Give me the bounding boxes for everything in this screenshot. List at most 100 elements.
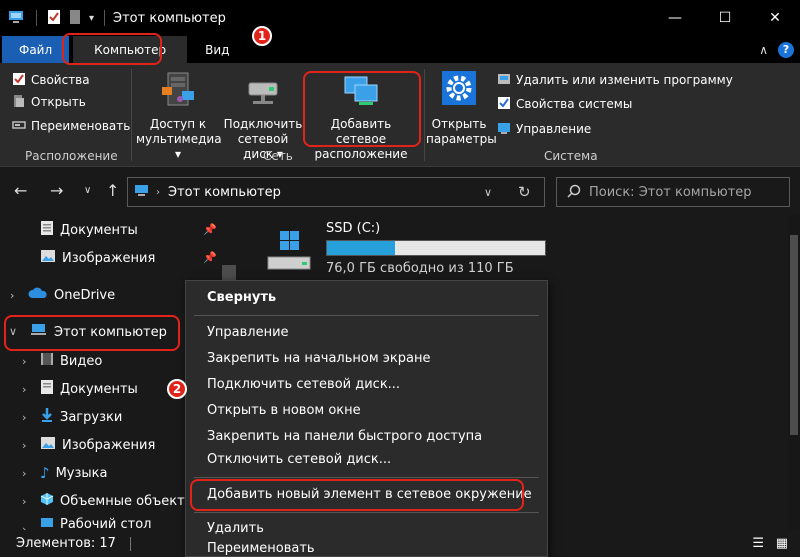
ribbon-uninstall[interactable]: Удалить или изменить программу <box>497 69 733 91</box>
open-settings-label-2: параметры <box>426 132 497 146</box>
menu-pin-quick-access[interactable]: Закрепить на панели быстрого доступа <box>207 426 482 448</box>
nav-item-label: Изображения <box>62 437 156 453</box>
ribbon-properties[interactable]: Свойства <box>12 69 90 91</box>
group-label-location: Расположение <box>25 149 118 163</box>
network-drive-icon <box>222 69 304 113</box>
nav-item-label: Музыка <box>55 465 108 481</box>
window-title: Этот компьютер <box>113 10 226 26</box>
properties-check-icon[interactable] <box>47 9 61 28</box>
nav-item-pictures-pinned[interactable]: Изображения <box>40 246 155 270</box>
menu-manage[interactable]: Управление <box>207 322 289 344</box>
highlight-add-network-menu-item <box>190 479 524 511</box>
content-scrollbar[interactable] <box>788 215 800 530</box>
media-access-button[interactable]: Доступ к мультимедиа ▾ <box>136 69 222 162</box>
recent-dropdown-icon[interactable]: ∨ <box>84 185 91 196</box>
search-box[interactable]: Поиск: Этот компьютер <box>556 177 790 207</box>
nav-item-label: Объемные объекты <box>60 493 195 509</box>
refresh-icon[interactable]: ↻ <box>518 183 531 201</box>
uninstall-icon <box>497 72 511 89</box>
desktop-icon <box>40 517 54 530</box>
up-arrow-icon[interactable]: ↑ <box>106 181 119 200</box>
customize-dropdown-icon[interactable]: ▾ <box>89 13 94 24</box>
expand-chevron-icon[interactable]: › <box>22 411 26 424</box>
details-view-icon[interactable]: ☰ <box>752 536 764 551</box>
group-label-network: Сеть <box>263 149 293 163</box>
expand-chevron-icon[interactable]: › <box>22 467 26 480</box>
menu-open-new-window[interactable]: Открыть в новом окне <box>207 400 361 422</box>
menu-delete[interactable]: Удалить <box>207 518 264 540</box>
close-button[interactable]: ✕ <box>750 0 800 36</box>
3d-cube-icon <box>40 492 54 510</box>
ribbon-system-properties-label: Свойства системы <box>516 97 633 111</box>
quick-access-toolbar: ▾ <box>0 9 107 28</box>
back-arrow-icon[interactable]: ← <box>14 181 27 200</box>
ribbon-rename-label: Переименовать <box>31 119 131 133</box>
menu-collapse[interactable]: Свернуть <box>207 287 276 309</box>
context-menu: Свернуть Управление Закрепить на начальн… <box>185 280 548 557</box>
system-properties-icon <box>497 96 511 113</box>
highlight-add-location-button <box>303 71 421 147</box>
highlight-this-pc <box>4 315 180 351</box>
step-badge-2: 2 <box>167 379 187 399</box>
expand-chevron-icon[interactable]: › <box>22 383 26 396</box>
nav-item-onedrive[interactable]: OneDrive <box>28 283 115 307</box>
tab-file[interactable]: Файл <box>2 36 70 63</box>
open-settings-button[interactable]: Открыть параметры <box>426 69 497 147</box>
nav-item-documents-pinned[interactable]: Документы <box>40 218 138 242</box>
group-label-system: Система <box>544 149 598 163</box>
expand-chevron-icon[interactable]: › <box>22 355 26 368</box>
maximize-button[interactable]: ☐ <box>700 0 750 36</box>
breadcrumb-chevron-icon[interactable]: › <box>156 187 160 198</box>
new-folder-icon[interactable] <box>69 9 81 28</box>
tiles-view-icon[interactable]: ▦ <box>776 536 788 551</box>
help-icon[interactable]: ? <box>778 41 794 58</box>
nav-item-label: Документы <box>60 381 138 397</box>
navigation-row: ← → ∨ ↑ › Этот компьютер ∨ ↻ Поиск: Этот… <box>0 167 800 215</box>
music-note-icon: ♪ <box>40 464 50 482</box>
ribbon-uninstall-label: Удалить или изменить программу <box>516 73 733 87</box>
address-dropdown-icon[interactable]: ∨ <box>484 186 492 199</box>
nav-item-3d-objects[interactable]: Объемные объекты <box>40 489 195 513</box>
ribbon-system-properties[interactable]: Свойства системы <box>497 93 632 115</box>
nav-item-desktop[interactable]: Рабочий стол <box>40 517 151 530</box>
nav-item-videos[interactable]: Видео <box>40 349 102 373</box>
collapse-ribbon-icon[interactable]: ∧ <box>759 43 768 57</box>
settings-gear-icon <box>426 69 492 113</box>
menu-pin-start[interactable]: Закрепить на начальном экране <box>207 348 431 370</box>
address-path: Этот компьютер <box>168 184 281 200</box>
tab-view[interactable]: Вид <box>187 36 247 63</box>
nav-item-documents[interactable]: Документы <box>40 377 138 401</box>
expand-chevron-icon[interactable]: › <box>22 439 26 452</box>
menu-rename[interactable]: Переименовать <box>207 542 315 556</box>
pictures-icon <box>40 249 56 267</box>
nav-item-label: Документы <box>60 222 138 238</box>
nav-item-pictures[interactable]: Изображения <box>40 433 155 457</box>
expand-chevron-icon[interactable]: › <box>10 289 14 302</box>
pin-icon[interactable]: 📌 <box>203 223 217 236</box>
pin-icon[interactable]: 📌 <box>203 251 217 264</box>
address-bar[interactable]: › Этот компьютер ∨ ↻ <box>127 177 545 207</box>
drive-name: SSD (C:) <box>326 221 381 236</box>
minimize-button[interactable]: — <box>650 0 700 36</box>
ribbon-manage[interactable]: Управление <box>497 118 591 140</box>
menu-disconnect-drive[interactable]: Отключить сетевой диск... <box>207 449 391 471</box>
documents-icon <box>40 220 54 240</box>
manage-icon <box>497 121 511 138</box>
items-count: Элементов: 17 <box>16 536 116 551</box>
open-settings-label-1: Открыть <box>431 117 487 131</box>
ribbon-rename[interactable]: Переименовать <box>12 115 130 137</box>
this-pc-icon <box>8 9 26 28</box>
ribbon-open-label: Открыть <box>31 95 86 109</box>
forward-arrow-icon[interactable]: → <box>50 181 63 200</box>
videos-icon <box>40 352 54 370</box>
nav-item-music[interactable]: ♪ Музыка <box>40 461 107 485</box>
search-placeholder: Поиск: Этот компьютер <box>589 184 752 200</box>
expand-chevron-icon[interactable]: › <box>22 495 26 508</box>
nav-item-downloads[interactable]: Загрузки <box>40 405 122 429</box>
media-access-label-2: мультимедиа ▾ <box>136 132 222 161</box>
this-pc-icon <box>134 184 150 201</box>
ribbon-open[interactable]: Открыть <box>12 91 86 113</box>
step-badge-1: 1 <box>252 26 272 46</box>
drive-usage-fill <box>327 241 395 255</box>
menu-map-drive[interactable]: Подключить сетевой диск... <box>207 374 400 396</box>
